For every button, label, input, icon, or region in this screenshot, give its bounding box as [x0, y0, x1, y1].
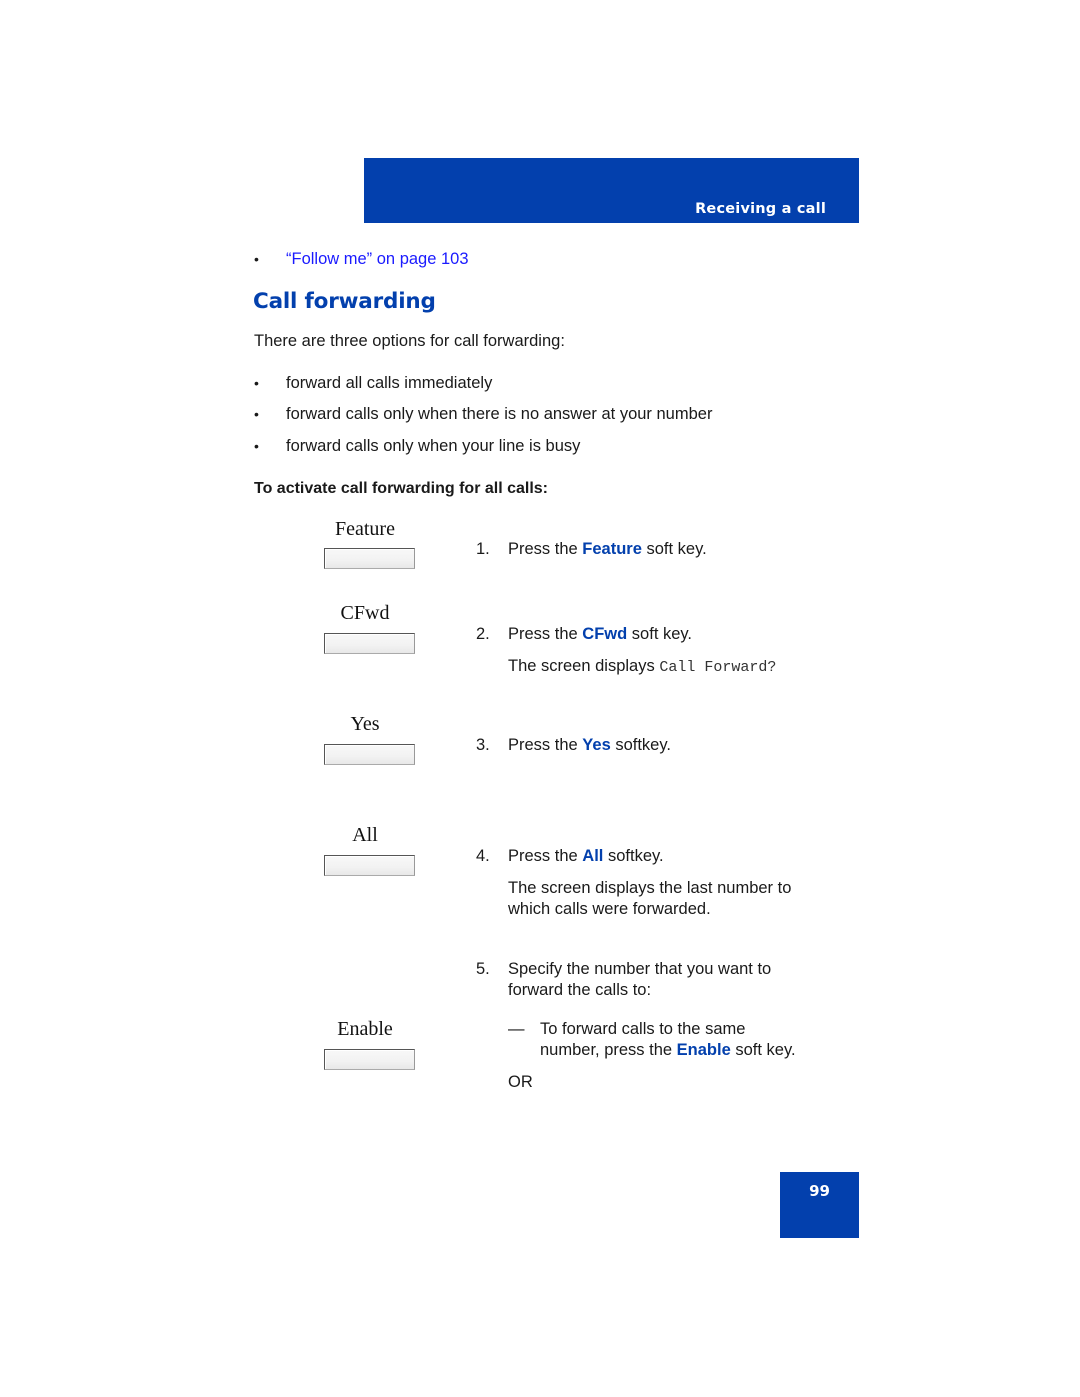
sub-text-suffix: soft key.: [730, 1041, 796, 1059]
step-keyword: CFwd: [582, 625, 628, 643]
follow-me-link[interactable]: “Follow me” on page 103: [286, 250, 469, 269]
related-link-item: • “Follow me” on page 103: [254, 250, 469, 269]
softkey-label-enable: Enable: [337, 1018, 393, 1040]
bullet-icon: •: [254, 406, 259, 422]
option-item: • forward calls only when your line is b…: [254, 437, 580, 456]
step-4-note-line-1: The screen displays the last number to: [508, 879, 792, 897]
step-keyword: Feature: [582, 540, 642, 558]
step-number: 5.: [476, 960, 490, 978]
option-item: • forward all calls immediately: [254, 374, 492, 393]
step-number: 2.: [476, 625, 490, 643]
step-text-prefix: Press the: [508, 540, 583, 558]
feature-softkey-button[interactable]: [324, 548, 415, 569]
enable-softkey-button[interactable]: [324, 1049, 415, 1070]
dash-bullet-icon: —: [508, 1020, 525, 1038]
step-text-prefix: Press the: [508, 847, 583, 865]
section-heading: Call forwarding: [253, 289, 436, 314]
step-text-suffix: soft key.: [627, 625, 693, 643]
step-text-suffix: softkey.: [603, 847, 664, 865]
step-text-prefix: Press the: [508, 736, 583, 754]
step-number: 3.: [476, 736, 490, 754]
option-text: forward all calls immediately: [286, 374, 493, 392]
option-text: forward calls only when your line is bus…: [286, 437, 581, 455]
page-number-box: 99: [780, 1172, 859, 1238]
procedure-heading: To activate call forwarding for all call…: [254, 480, 549, 497]
intro-text: There are three options for call forward…: [254, 332, 565, 350]
sub-item-line-1: To forward calls to the same: [540, 1020, 746, 1038]
cfwd-softkey-button[interactable]: [324, 633, 415, 654]
all-softkey-button[interactable]: [324, 855, 415, 876]
chapter-title: Receiving a call: [695, 201, 826, 217]
step-text-line-1: Specify the number that you want to: [508, 960, 772, 978]
step-text-suffix: soft key.: [641, 540, 707, 558]
bullet-icon: •: [254, 375, 259, 391]
bullet-icon: •: [254, 438, 259, 454]
option-item: • forward calls only when there is no an…: [254, 405, 712, 424]
step-number: 1.: [476, 540, 490, 558]
step-4-note-line-2: which calls were forwarded.: [508, 900, 711, 918]
page-number: 99: [809, 1182, 830, 1200]
note-text: The screen displays: [508, 657, 660, 675]
softkey-label-feature: Feature: [335, 518, 395, 540]
softkey-label-cfwd: CFwd: [340, 602, 390, 624]
step-number: 4.: [476, 847, 490, 865]
step-text: Press the Feature soft key.: [508, 539, 707, 560]
or-separator: OR: [508, 1073, 533, 1091]
step-2-note: The screen displays Call Forward?: [508, 656, 776, 678]
header-band: Receiving a call: [364, 158, 859, 223]
step-text: Press the CFwd soft key.: [508, 624, 692, 645]
yes-softkey-button[interactable]: [324, 744, 415, 765]
step-text: Press the All softkey.: [508, 846, 664, 867]
option-text: forward calls only when there is no answ…: [286, 405, 713, 423]
step-keyword: All: [582, 847, 604, 865]
sub-item-line-2: number, press the Enable soft key.: [540, 1040, 796, 1061]
step-text-prefix: Press the: [508, 625, 583, 643]
step-keyword: Yes: [582, 736, 611, 754]
bullet-icon: •: [254, 251, 259, 267]
sub-text-prefix: number, press the: [540, 1041, 677, 1059]
screen-display-text: Call Forward?: [659, 659, 777, 676]
step-text-suffix: softkey.: [610, 736, 671, 754]
softkey-label-all: All: [352, 824, 378, 846]
step-text: Press the Yes softkey.: [508, 735, 671, 756]
softkey-label-yes: Yes: [350, 713, 380, 735]
step-5-line-2: forward the calls to:: [508, 981, 652, 999]
step-keyword: Enable: [676, 1041, 731, 1059]
